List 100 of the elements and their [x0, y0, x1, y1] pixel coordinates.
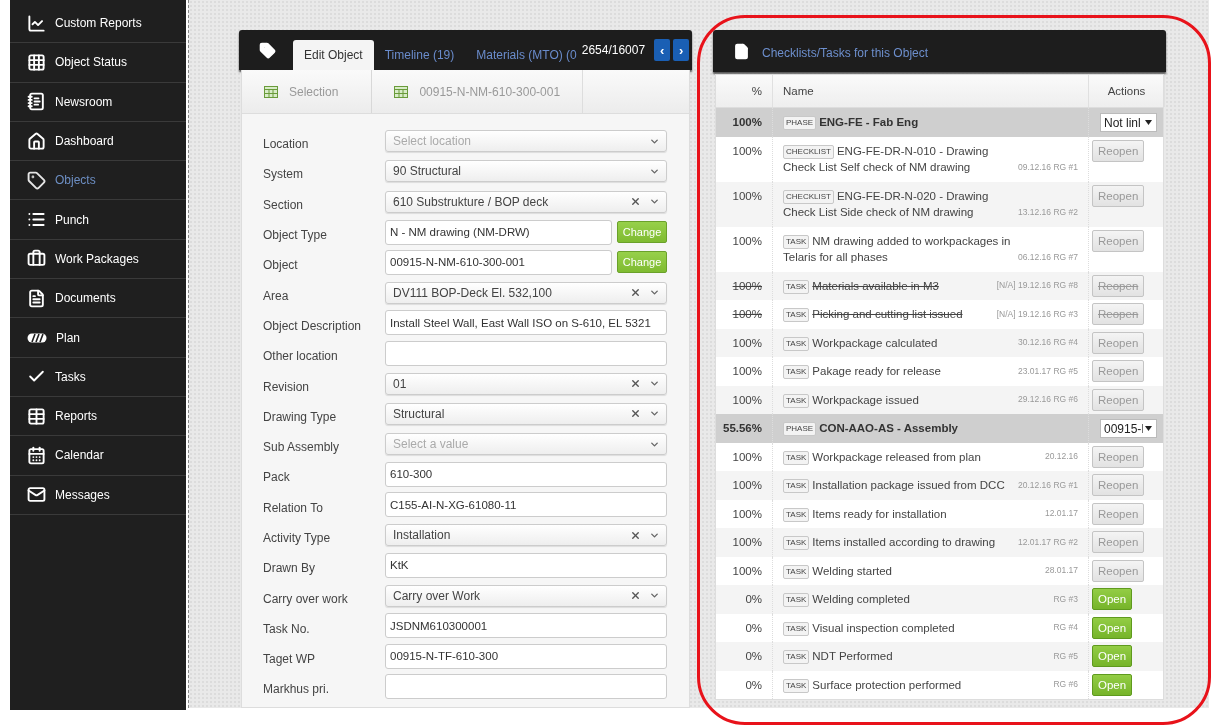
- sidebar-item[interactable]: Work Packages: [10, 239, 186, 280]
- previous-button[interactable]: ‹: [654, 39, 671, 61]
- document-icon: [27, 288, 46, 308]
- phase-name: PHASE ENG-FE - Fab Eng: [783, 114, 1078, 131]
- select-field[interactable]: Carry over Work: [385, 584, 667, 607]
- sidebar-item[interactable]: Objects: [10, 161, 186, 201]
- task-name: TASK Workpackage issued: [783, 391, 1014, 408]
- sidebar-item[interactable]: Plan: [10, 318, 186, 358]
- column-header: Name: [773, 75, 1089, 107]
- input-field[interactable]: N - NM drawing (NM-DRW): [385, 219, 612, 245]
- field-label: Object: [263, 257, 299, 273]
- caret-icon: [1145, 426, 1152, 431]
- input-field[interactable]: 00915-N-NM-610-300-001: [385, 249, 612, 275]
- grid-icon: [27, 52, 46, 72]
- task-name: TASK Items ready for installation: [783, 505, 1041, 522]
- percent-cell: 100%: [716, 226, 773, 272]
- task-meta: 20.12.16 RG #1: [1018, 478, 1078, 492]
- sidebar-item[interactable]: Documents: [10, 279, 186, 319]
- tab[interactable]: Timeline (19): [373, 40, 466, 70]
- task-name: TASK Workpackage calculated: [783, 334, 1014, 351]
- next-button[interactable]: ›: [673, 39, 690, 61]
- field-label: Drawing Type: [263, 408, 338, 424]
- input-field[interactable]: [385, 674, 667, 699]
- clear-icon[interactable]: [630, 196, 641, 208]
- clear-icon[interactable]: [630, 529, 641, 541]
- sidebar-item[interactable]: Dashboard: [10, 121, 186, 162]
- select-field[interactable]: 01: [385, 372, 667, 395]
- task-name: TASK NM drawing added to workpackages in Telaris for all phases: [783, 233, 1012, 265]
- chart-line-icon: [27, 13, 46, 33]
- percent-cell: 0%: [716, 585, 773, 614]
- field-label: System: [263, 166, 304, 182]
- tag-icon: [27, 170, 46, 190]
- field-label: Taget WP: [263, 651, 317, 667]
- task-meta: 23.01.17 RG #5: [1018, 364, 1078, 378]
- task-name: TASK Pakage ready for release: [783, 363, 1014, 380]
- input-field[interactable]: [385, 340, 667, 366]
- select-field[interactable]: Installation: [385, 524, 667, 546]
- clear-icon[interactable]: [630, 287, 641, 299]
- input-field[interactable]: C155-AI-N-XG-61080-11: [385, 492, 667, 518]
- tab[interactable]: Edit Object: [293, 40, 374, 70]
- sidebar-item[interactable]: Punch: [10, 200, 186, 240]
- task-meta: RG #6: [1053, 678, 1078, 691]
- column-header: %: [716, 75, 773, 107]
- sidebar-item[interactable]: Tasks: [10, 357, 186, 397]
- clear-icon[interactable]: [630, 408, 641, 420]
- task-meta: [N/A] 19.12.16 RG #3: [996, 307, 1078, 321]
- field-label: Object Type: [263, 227, 328, 243]
- input-field[interactable]: 00915-N-TF-610-300: [385, 643, 667, 669]
- select-field[interactable]: 610 Substrukture / BOP deck: [385, 190, 667, 213]
- phase-select[interactable]: 00915-I: [1100, 419, 1157, 438]
- table-icon: [264, 85, 278, 98]
- task-name: TASK NDT Performed: [783, 648, 1050, 665]
- field-label: Carry over work: [263, 590, 349, 606]
- task-meta: 12.01.17 RG #2: [1018, 535, 1078, 549]
- sidebar-item[interactable]: Object Status: [10, 43, 186, 83]
- sidebar-item[interactable]: Reports: [10, 396, 186, 437]
- clear-icon[interactable]: [630, 378, 641, 389]
- task-meta: 13.12.16 RG #2: [1018, 205, 1078, 219]
- select-field[interactable]: Structural: [385, 402, 667, 425]
- task-meta: RG #4: [1053, 621, 1078, 634]
- input-field[interactable]: KtK: [385, 552, 667, 578]
- phase-name: PHASE CON-AAO-AS - Assembly: [783, 420, 1078, 437]
- column-header: Actions: [1089, 75, 1165, 107]
- caret-icon: [649, 378, 660, 389]
- percent-cell: 100%: [716, 181, 773, 227]
- task-meta: 30.12.16 RG #4: [1018, 336, 1078, 349]
- input-field[interactable]: Install Steel Wall, East Wall ISO on S-610, EL 5321: [385, 310, 667, 336]
- task-name: TASK Picking and cutting list issued: [783, 306, 993, 323]
- table-icon: [27, 406, 46, 426]
- table-icon: [394, 85, 409, 98]
- sidebar-item[interactable]: Calendar: [10, 436, 186, 476]
- panel-title: Checklists/Tasks for this Object: [762, 46, 929, 62]
- input-field[interactable]: JSDNM610300001: [385, 613, 667, 639]
- task-meta: 09.12.16 RG #1: [1018, 160, 1078, 174]
- task-name: CHECKLIST ENG-FE-DR-N-010 - Drawing Check List Self check of NM drawing: [783, 143, 990, 175]
- phase-select[interactable]: Not linl: [1100, 113, 1157, 132]
- input-field[interactable]: 610-300: [385, 461, 667, 487]
- sidebar-item[interactable]: Custom Reports: [10, 4, 186, 44]
- field-label: Revision: [263, 378, 311, 394]
- clear-icon[interactable]: [630, 590, 641, 602]
- sidebar-item[interactable]: Newsroom: [10, 82, 186, 122]
- document-icon: [733, 42, 750, 60]
- sidebar-item[interactable]: Messages: [10, 475, 186, 515]
- caret-icon: [1145, 120, 1152, 125]
- envelope-icon: [27, 485, 46, 505]
- field-label: Other location: [263, 348, 339, 364]
- percent-cell: 100%: [716, 357, 773, 386]
- field-label: Markhus pri.: [263, 681, 331, 697]
- field-label: Section: [263, 196, 305, 212]
- task-name: TASK Surface protection performed: [783, 676, 1050, 693]
- select-field[interactable]: DV111 BOP-Deck El. 532,100: [385, 281, 667, 304]
- field-label: Location: [263, 136, 310, 152]
- task-name: TASK Workpackage released from plan: [783, 448, 1041, 465]
- task-name: TASK Welding completed: [783, 591, 1050, 608]
- select-field[interactable]: 90 Structural: [385, 160, 667, 183]
- notebook-icon: [27, 92, 46, 112]
- percent-cell: 100%: [716, 528, 773, 557]
- task-name: TASK Materials available in M3: [783, 277, 993, 294]
- record-counter: 2654/16007: [581, 43, 646, 57]
- task-meta: RG #3: [1053, 592, 1078, 606]
